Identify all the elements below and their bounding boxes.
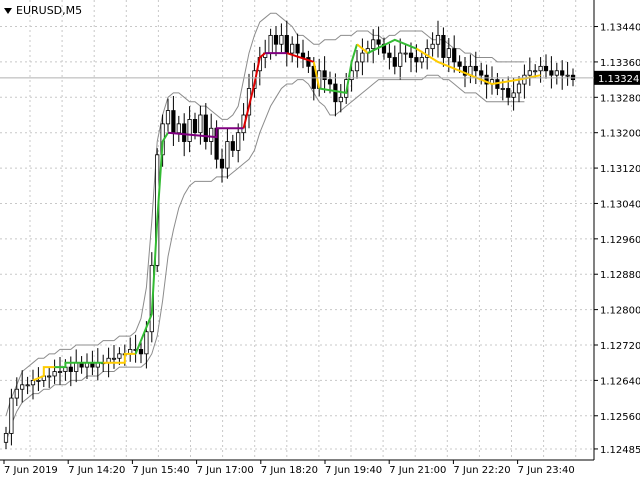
candle-body <box>527 70 532 76</box>
price-chart[interactable]: 1.13440 1.13360 1.13280 1.13200 1.13120 1.130… <box>0 0 640 480</box>
candle-body <box>284 34 289 54</box>
candle-body <box>473 65 478 72</box>
candle-body <box>273 34 279 45</box>
candle-body <box>333 83 338 103</box>
candle-body <box>549 70 554 76</box>
x-tick-label: 7 Jun 2019 <box>4 465 58 476</box>
candle-body <box>182 123 187 142</box>
candle-body <box>295 43 300 54</box>
y-tick-label: 1.13440 <box>600 23 640 34</box>
candle-body <box>52 371 57 377</box>
y-tick-label: 1.13360 <box>600 58 640 69</box>
candle-body <box>14 388 19 399</box>
candle-body <box>138 349 144 355</box>
x-tick-label: 7 Jun 18:20 <box>261 465 318 476</box>
candle-body <box>479 70 484 76</box>
candle-body <box>117 353 122 359</box>
y-tick-label: 1.12640 <box>600 376 640 387</box>
candle-body <box>419 57 424 63</box>
x-tick-label: 7 Jun 14:20 <box>68 465 125 476</box>
y-tick-label: 1.13040 <box>600 199 640 210</box>
candle-body <box>554 70 559 76</box>
candle-body <box>192 119 198 134</box>
candle-body <box>457 61 462 67</box>
chart-title: EURUSD,M5 <box>4 4 82 17</box>
candle-body <box>25 384 30 387</box>
candle-body <box>354 61 360 72</box>
y-tick-label: 1.12800 <box>600 306 640 317</box>
candle-body <box>225 141 230 169</box>
candle-body <box>516 83 522 94</box>
x-tick-label: 7 Jun 17:00 <box>197 465 254 476</box>
candle-body <box>441 34 446 58</box>
current-price-label: 1.13324 <box>598 74 639 85</box>
candle-body <box>327 79 333 85</box>
candle-body <box>371 39 376 50</box>
y-tick-label: 1.12960 <box>600 235 640 246</box>
candle-body <box>176 123 181 134</box>
candle-body <box>111 357 117 360</box>
candle-body <box>452 48 457 63</box>
candle-body <box>203 114 208 142</box>
candle-body <box>36 379 41 382</box>
candle-body <box>57 371 63 373</box>
candle-body <box>290 43 295 54</box>
x-tick-label: 7 Jun 21:00 <box>389 465 446 476</box>
candle-body <box>279 34 284 45</box>
x-tick-label: 7 Jun 23:40 <box>518 465 575 476</box>
candle-body <box>9 397 14 434</box>
y-tick-label: 1.13280 <box>600 93 640 104</box>
y-tick-label: 1.12720 <box>600 341 640 352</box>
candle-body <box>500 88 505 90</box>
candle-body <box>230 141 235 151</box>
candle-body <box>165 110 171 125</box>
candle-body <box>376 39 381 45</box>
candle-body <box>506 88 511 98</box>
candle-body <box>171 110 176 134</box>
symbol-label: EURUSD,M5 <box>16 4 83 17</box>
candle-body <box>209 127 214 142</box>
candle-body <box>430 43 435 50</box>
candle-body <box>268 34 273 54</box>
y-tick-label: 1.13120 <box>600 164 640 175</box>
y-tick-label: 1.12880 <box>600 270 640 281</box>
candle-body <box>565 74 570 77</box>
candle-body <box>543 65 549 72</box>
candle-body <box>20 384 25 390</box>
candle-body <box>360 52 365 63</box>
candle-body <box>538 65 543 72</box>
candle-body <box>30 379 36 386</box>
candle-body <box>511 92 516 98</box>
candle-body <box>387 52 392 58</box>
candle-body <box>236 132 241 151</box>
candle-body <box>533 70 538 73</box>
candle-body <box>198 114 203 134</box>
candle-body <box>408 52 414 58</box>
y-tick-label: 1.13200 <box>600 129 640 140</box>
candle-body <box>219 158 225 169</box>
candle-body <box>560 70 565 76</box>
x-tick-label: 7 Jun 19:40 <box>325 465 382 476</box>
candle-body <box>338 96 343 103</box>
x-tick-label: 7 Jun 22:20 <box>453 465 510 476</box>
y-tick-label: 1.12560 <box>600 412 640 423</box>
candle-body <box>392 57 397 67</box>
candle-body <box>47 375 52 378</box>
candle-body <box>414 57 419 63</box>
candle-body <box>3 433 9 443</box>
y-tick-label: 1.12485 <box>600 445 640 456</box>
candle-body <box>144 331 149 355</box>
candle-body <box>68 366 73 372</box>
candle-body <box>300 52 306 58</box>
dropdown-triangle-icon[interactable] <box>4 7 12 14</box>
candle-body <box>398 52 403 67</box>
candle-body <box>435 34 441 45</box>
candle-body <box>187 119 192 142</box>
x-tick-label: 7 Jun 15:40 <box>132 465 189 476</box>
candle-body <box>403 52 408 55</box>
candle-body <box>74 362 79 372</box>
candle-body <box>446 48 451 58</box>
